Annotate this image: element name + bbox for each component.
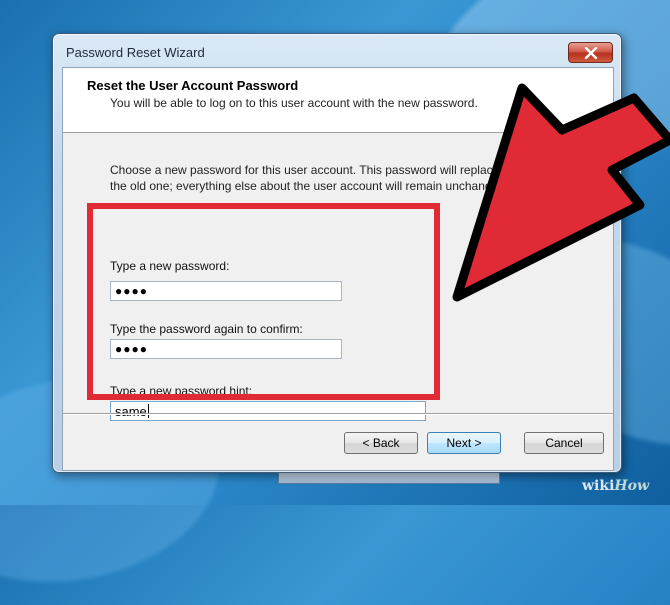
confirm-password-input[interactable]: ●●●● [110,339,342,359]
watermark-wiki: wiki [582,478,615,494]
page-title: Reset the User Account Password [87,78,299,93]
next-button[interactable]: Next > [427,432,501,454]
new-password-input[interactable]: ●●●● [110,281,342,301]
password-hint-label: Type a new password hint: [110,384,253,398]
wikihow-watermark: wikiHow [582,478,649,494]
password-hint-value: same [115,403,147,419]
window-title: Password Reset Wizard [66,45,205,60]
wizard-client-area: Reset the User Account Password You will… [62,67,614,471]
page-subtitle: You will be able to log on to this user … [110,96,478,110]
password-hint-input[interactable]: same [110,401,426,421]
description-line-2: the old one; everything else about the u… [110,179,509,193]
background-window-edge [278,473,500,484]
watermark-how: How [614,478,650,494]
text-cursor [147,404,149,418]
close-button[interactable] [568,42,613,63]
password-reset-wizard-window: Password Reset Wizard Reset the User Acc… [52,33,622,473]
close-icon [584,46,597,59]
description-line-1: Choose a new password for this user acco… [110,163,500,177]
footer-separator [63,413,613,415]
new-password-label: Type a new password: [110,259,230,273]
cancel-button[interactable]: Cancel [524,432,604,454]
confirm-password-label: Type the password again to confirm: [110,322,303,336]
description-text: Choose a new password for this user acco… [110,162,610,194]
wizard-header: Reset the User Account Password You will… [63,68,613,133]
back-button[interactable]: < Back [344,432,418,454]
